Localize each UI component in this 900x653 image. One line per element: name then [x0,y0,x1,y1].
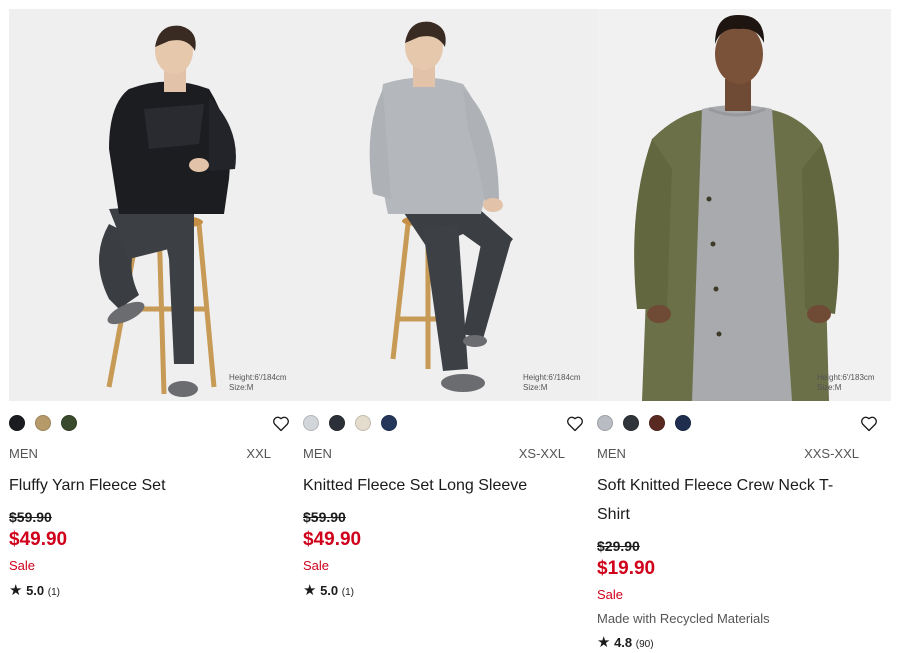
model-size-text: Size:M [229,383,254,392]
sale-price: $19.90 [597,558,656,579]
model-size-text: Size:M [523,383,548,392]
color-swatch-navy[interactable] [381,415,397,431]
model-height-text: Height:6'/184cm [523,373,581,382]
model-height-text: Height:6'/184cm [229,373,287,382]
model-height-text: Height:6'/183cm [817,373,875,382]
product-meta: MEN XS-XXL [303,446,565,464]
size-range: XS-XXL [518,446,565,461]
sale-price: $49.90 [303,529,362,550]
gender-label: MEN [303,446,332,461]
product-image[interactable]: Height:6'/184cm Size:M [9,9,303,401]
color-swatch-off-white[interactable] [355,415,371,431]
color-swatch-black[interactable] [9,415,25,431]
color-swatch-olive[interactable] [61,415,77,431]
gender-label: MEN [597,446,626,461]
rating: ★ 5.0 (1) [303,581,354,599]
gender-label: MEN [9,446,38,461]
rating: ★ 5.0 (1) [9,581,60,599]
original-price: $59.90 [303,509,346,525]
rating-score: 4.8 [614,635,633,650]
star-icon: ★ [597,634,611,651]
size-range: XXS-XXL [804,446,859,461]
review-count: (1) [47,587,61,598]
sale-price: $49.90 [9,529,68,550]
product-meta: MEN XXS-XXL [597,446,859,464]
sale-flag: Sale [597,587,624,602]
model-height-note: Height:6'/184cm Size:M [229,373,287,393]
rating: ★ 4.8 (90) [597,633,654,651]
model-photo-illustration [303,9,597,401]
product-name[interactable]: Fluffy Yarn Fleece Set [9,471,279,500]
recycled-materials-note: Made with Recycled Materials [597,611,770,626]
product-image[interactable]: Height:6'/184cm Size:M [303,9,597,401]
review-count: (1) [341,587,355,598]
product-image[interactable]: Height:6'/183cm Size:M [597,9,891,401]
model-height-note: Height:6'/183cm Size:M [817,373,875,393]
rating-score: 5.0 [320,583,339,598]
original-price: $59.90 [9,509,52,525]
review-count: (90) [635,639,654,650]
product-card[interactable]: Height:6'/183cm Size:M MEN XXS-XXL Soft … [597,9,891,651]
original-price: $29.90 [597,538,640,554]
heart-outline-icon[interactable] [565,413,585,433]
star-icon: ★ [9,582,23,599]
color-swatch-beige[interactable] [35,415,51,431]
model-photo-illustration [597,9,891,401]
model-photo-illustration [9,9,303,401]
product-grid: Height:6'/184cm Size:M MEN XXL Fluffy Ya… [9,9,891,651]
product-name[interactable]: Knitted Fleece Set Long Sleeve [303,471,573,500]
sale-flag: Sale [303,558,330,573]
product-meta: MEN XXL [9,446,271,464]
color-swatch-charcoal[interactable] [623,415,639,431]
sale-flag: Sale [9,558,36,573]
color-swatch-navy[interactable] [675,415,691,431]
heart-outline-icon[interactable] [859,413,879,433]
model-size-text: Size:M [817,383,842,392]
star-icon: ★ [303,582,317,599]
rating-score: 5.0 [26,583,45,598]
heart-outline-icon[interactable] [271,413,291,433]
product-name[interactable]: Soft Knitted Fleece Crew Neck T-Shirt [597,471,847,529]
size-range: XXL [246,446,271,461]
product-card[interactable]: Height:6'/184cm Size:M MEN XXL Fluffy Ya… [9,9,303,599]
color-swatch-brown[interactable] [649,415,665,431]
color-swatch-gray[interactable] [597,415,613,431]
product-card[interactable]: Height:6'/184cm Size:M MEN XS-XXL Knitte… [303,9,597,599]
color-swatch-charcoal[interactable] [329,415,345,431]
color-swatch-light-gray[interactable] [303,415,319,431]
model-height-note: Height:6'/184cm Size:M [523,373,581,393]
